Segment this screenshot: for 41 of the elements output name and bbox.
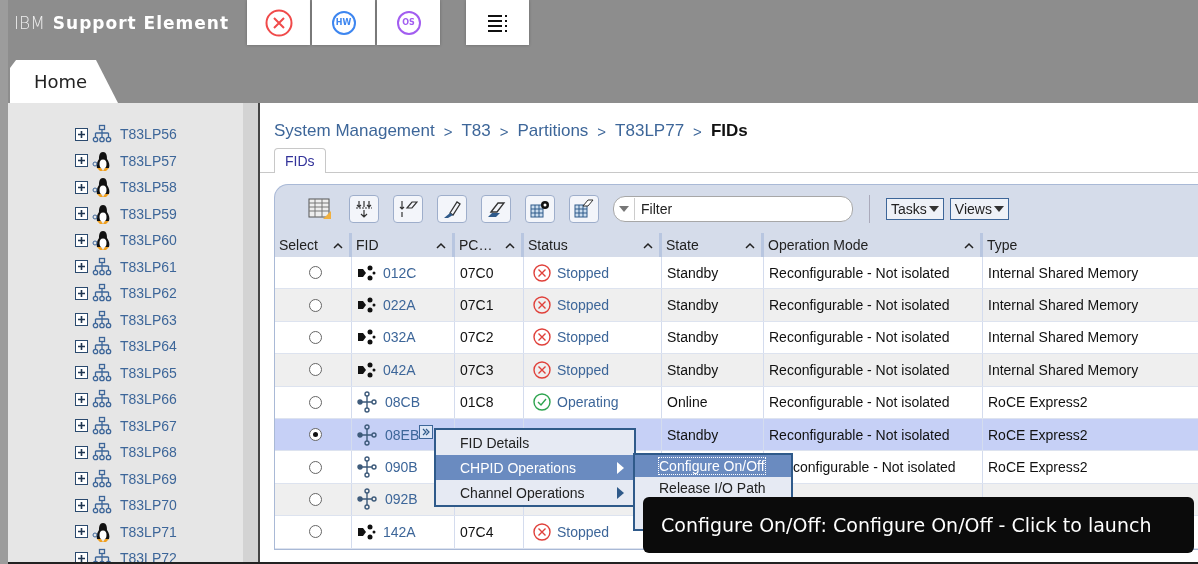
table-cell: RoCE Express2: [983, 451, 1198, 483]
status-text: Stopped: [557, 523, 610, 540]
breadcrumb-separator: >: [499, 122, 509, 140]
status-text: Stopped: [557, 329, 610, 346]
badge-icon: OS: [396, 10, 421, 35]
table-cell: Reconfigurable - Not isolated: [764, 257, 983, 289]
table-cell: Standby: [662, 257, 764, 289]
table-cell: Standby: [662, 354, 764, 386]
table-cell: 01C8: [455, 386, 524, 418]
breadcrumb-separator: >: [443, 122, 453, 140]
table-cell: Internal Shared Memory: [983, 257, 1198, 289]
table-cell: Internal Shared Memory: [983, 354, 1198, 386]
table-cell: Online: [662, 386, 764, 418]
badge-icon: HW: [331, 10, 356, 35]
status-text: Stopped: [557, 361, 610, 378]
table-cell: Standby: [662, 289, 764, 321]
table-cell: Standby: [662, 418, 764, 451]
table-cell: RoCE Express2: [983, 418, 1198, 451]
breadcrumb-current: FIDs: [710, 121, 748, 141]
brand-name: IBM: [14, 12, 45, 33]
breadcrumb-separator: >: [693, 122, 702, 140]
table-cell: Reconfigurable - Not isolated: [764, 289, 983, 321]
table-cell: Reconfigurable - Not isolated: [764, 354, 983, 386]
table-cell: 07C3: [455, 354, 524, 386]
status-text: Stopped: [557, 264, 610, 281]
status-text: Stopped: [557, 297, 610, 314]
table-cell: 07C4: [455, 516, 524, 548]
app-title: Support Element: [52, 12, 230, 33]
table-cell: Reconfigurable - Not isolated: [764, 321, 983, 354]
table-cell: Internal Shared Memory: [983, 289, 1198, 321]
table-cell: Internal Shared Memory: [983, 321, 1198, 354]
tooltip: Configure On/Off: Configure On/Off - Click to launch: [643, 497, 1194, 553]
table-cell: 07C2: [455, 321, 524, 354]
table-cell: Reconfigurable - Not isolated: [764, 386, 983, 418]
table-cell: 07C1: [455, 289, 524, 321]
status-text: Operating: [557, 394, 619, 411]
breadcrumb-separator: >: [597, 122, 607, 140]
table-cell: Reconfigurable - Not isolated: [764, 418, 983, 451]
table-cell: RoCE Express2: [983, 386, 1198, 418]
table-cell: Standby: [662, 321, 764, 354]
table-cell: 07C0: [455, 257, 524, 289]
